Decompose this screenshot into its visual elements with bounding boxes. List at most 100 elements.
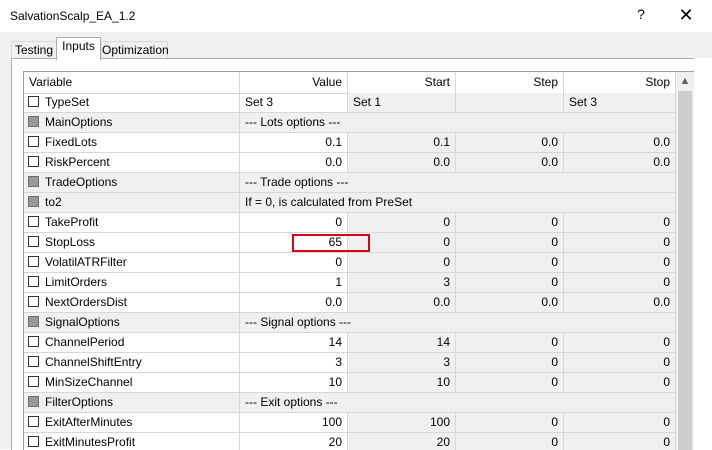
step-cell[interactable]: 0 [456, 413, 564, 432]
start-cell[interactable]: 3 [348, 273, 456, 292]
table-row[interactable]: VolatilATRFilter 0 0 0 0 [24, 253, 676, 273]
step-cell[interactable]: 0 [456, 233, 564, 252]
variable-label: to2 [45, 195, 62, 209]
value-cell[interactable]: 0 [240, 253, 348, 272]
start-cell[interactable]: 14 [348, 333, 456, 352]
optimize-checkbox[interactable] [28, 256, 39, 267]
column-header-value[interactable]: Value [240, 72, 348, 93]
value-cell[interactable]: 0.0 [240, 153, 348, 172]
stop-cell[interactable]: 0 [564, 233, 676, 252]
start-cell[interactable]: 3 [348, 353, 456, 372]
start-cell[interactable]: 0.0 [348, 153, 456, 172]
table-row[interactable]: to2 If = 0, is calculated from PreSet [24, 193, 676, 213]
variable-label: SignalOptions [45, 315, 120, 329]
close-icon[interactable]: ✕ [676, 5, 696, 25]
table-row[interactable]: ChannelPeriod 14 14 0 0 [24, 333, 676, 353]
stop-cell[interactable]: 0 [564, 213, 676, 232]
stop-cell[interactable]: 0.0 [564, 133, 676, 152]
value-cell[interactable]: 3 [240, 353, 348, 372]
stop-cell[interactable]: 0.0 [564, 293, 676, 312]
step-cell[interactable] [456, 93, 564, 112]
column-header-variable[interactable]: Variable [24, 72, 240, 93]
optimize-checkbox[interactable] [28, 96, 39, 107]
start-cell[interactable]: Set 1 [348, 93, 456, 112]
start-cell[interactable]: 0.0 [348, 293, 456, 312]
optimize-checkbox[interactable] [28, 436, 39, 447]
step-cell[interactable]: 0 [456, 353, 564, 372]
value-cell[interactable]: 0.1 [240, 133, 348, 152]
start-cell[interactable]: 0.1 [348, 133, 456, 152]
optimize-checkbox[interactable] [28, 356, 39, 367]
optimize-checkbox[interactable] [28, 216, 39, 227]
stop-cell[interactable]: 0 [564, 413, 676, 432]
optimize-checkbox[interactable] [28, 416, 39, 427]
step-cell[interactable]: 0.0 [456, 153, 564, 172]
tab-testing[interactable]: Testing [11, 41, 57, 59]
table-row[interactable]: TypeSet Set 3 Set 1 Set 3 [24, 93, 676, 113]
value-cell[interactable]: 0.0 [240, 293, 348, 312]
step-cell[interactable]: 0 [456, 433, 564, 450]
table-row[interactable]: MinSizeChannel 10 10 0 0 [24, 373, 676, 393]
optimize-checkbox[interactable] [28, 296, 39, 307]
table-row[interactable]: TakeProfit 0 0 0 0 [24, 213, 676, 233]
start-cell[interactable]: 100 [348, 413, 456, 432]
step-cell[interactable]: 0 [456, 253, 564, 272]
value-cell[interactable]: 20 [240, 433, 348, 450]
tab-inputs[interactable]: Inputs [56, 37, 101, 60]
column-header-start[interactable]: Start [348, 72, 456, 93]
table-row[interactable]: ExitMinutesProfit 20 20 0 0 [24, 433, 676, 450]
table-row[interactable]: TradeOptions --- Trade options --- [24, 173, 676, 193]
stop-cell[interactable]: 0 [564, 353, 676, 372]
stop-cell[interactable]: 0.0 [564, 153, 676, 172]
help-icon[interactable]: ? [632, 6, 650, 26]
start-cell[interactable]: 0 [348, 253, 456, 272]
optimize-checkbox[interactable] [28, 336, 39, 347]
step-cell[interactable]: 0 [456, 273, 564, 292]
table-row[interactable]: NextOrdersDist 0.0 0.0 0.0 0.0 [24, 293, 676, 313]
column-header-stop[interactable]: Stop [564, 72, 676, 93]
stop-cell[interactable]: 0 [564, 333, 676, 352]
table-row[interactable]: FilterOptions --- Exit options --- [24, 393, 676, 413]
optimize-checkbox[interactable] [28, 276, 39, 287]
stop-cell[interactable]: 0 [564, 433, 676, 450]
value-cell[interactable]: 100 [240, 413, 348, 432]
vertical-scrollbar[interactable]: ▲ [676, 71, 694, 450]
table-row[interactable]: LimitOrders 1 3 0 0 [24, 273, 676, 293]
value-cell[interactable]: 1 [240, 273, 348, 292]
step-cell[interactable]: 0.0 [456, 293, 564, 312]
step-cell[interactable]: 0 [456, 373, 564, 392]
value-cell[interactable]: Set 3 [240, 93, 348, 112]
scroll-up-icon[interactable]: ▲ [676, 72, 694, 90]
variable-label: ChannelShiftEntry [45, 355, 142, 369]
table-row[interactable]: ChannelShiftEntry 3 3 0 0 [24, 353, 676, 373]
value-cell[interactable]: 14 [240, 333, 348, 352]
start-cell[interactable]: 0 [348, 213, 456, 232]
step-cell[interactable]: 0 [456, 213, 564, 232]
table-row[interactable]: RiskPercent 0.0 0.0 0.0 0.0 [24, 153, 676, 173]
scroll-thumb[interactable] [678, 91, 692, 450]
start-cell[interactable]: 20 [348, 433, 456, 450]
step-cell[interactable]: 0 [456, 333, 564, 352]
stop-cell[interactable]: Set 3 [564, 93, 676, 112]
value-cell[interactable]: 0 [240, 213, 348, 232]
variable-label: MainOptions [45, 115, 113, 129]
table-row[interactable]: MainOptions --- Lots options --- [24, 113, 676, 133]
column-header-step[interactable]: Step [456, 72, 564, 93]
optimize-checkbox[interactable] [28, 376, 39, 387]
optimize-checkbox[interactable] [28, 136, 39, 147]
stop-cell[interactable]: 0 [564, 273, 676, 292]
step-cell[interactable]: 0.0 [456, 133, 564, 152]
stop-cell[interactable]: 0 [564, 373, 676, 392]
table-row[interactable]: SignalOptions --- Signal options --- [24, 313, 676, 333]
table-row[interactable]: ExitAfterMinutes 100 100 0 0 [24, 413, 676, 433]
value-cell[interactable]: 10 [240, 373, 348, 392]
group-checkbox-icon [28, 396, 39, 407]
tab-optimization[interactable]: Optimization [101, 41, 169, 59]
stop-cell[interactable]: 0 [564, 253, 676, 272]
optimize-checkbox[interactable] [28, 156, 39, 167]
optimize-checkbox[interactable] [28, 236, 39, 247]
start-cell[interactable]: 10 [348, 373, 456, 392]
variable-label: LimitOrders [45, 275, 108, 289]
table-row[interactable]: FixedLots 0.1 0.1 0.0 0.0 [24, 133, 676, 153]
variable-cell: SignalOptions [24, 313, 240, 332]
